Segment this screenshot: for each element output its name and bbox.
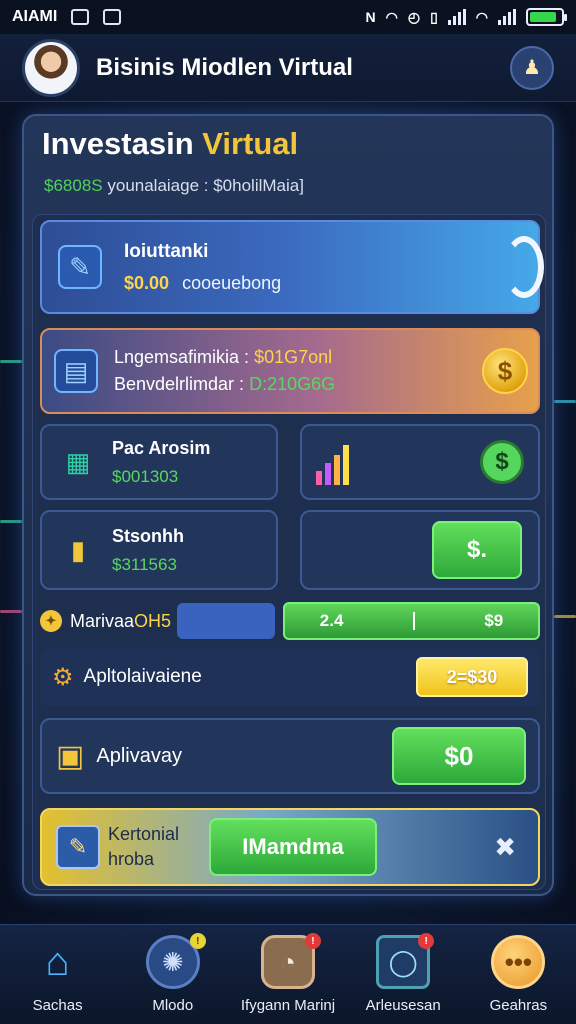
- nav-label: Sachas: [32, 997, 83, 1014]
- edit-icon: ✎: [56, 825, 100, 869]
- apltola-yellow-button[interactable]: 2=$30: [416, 657, 528, 697]
- row-aplivay[interactable]: ▣ Aplivavay $0: [40, 718, 540, 794]
- row-marivaa: ✦ Marivaa OH5 2.4 $9: [40, 600, 540, 642]
- nav-item-geahras[interactable]: ••• Geahras: [463, 935, 573, 1014]
- card-purchases-value: $001303: [112, 466, 179, 486]
- refresh-icon[interactable]: [504, 236, 544, 298]
- apltola-yellow-button-label: 2=$30: [446, 666, 498, 687]
- kertonial-green-button-label: IMamdma: [242, 834, 344, 859]
- action-green-button-label: $.: [466, 536, 487, 563]
- bottom-nav: ⌂ Sachas ✺ ! Mlodo ◔ ! Ifygann Marinj ◯ …: [0, 924, 576, 1024]
- notification-badge: !: [189, 933, 206, 949]
- nfc-icon: N: [365, 9, 376, 25]
- progress-divider: [412, 612, 415, 630]
- row-aplivay-label: Aplivavay: [96, 744, 182, 767]
- card-balance[interactable]: ✎ Ioiuttanki $0.00 cooeuebong: [40, 220, 544, 314]
- investment-panel: Investasin Virtual $6808S younalaiage : …: [22, 114, 554, 896]
- avatar[interactable]: [22, 38, 80, 97]
- row-apltola[interactable]: ⚙ Apltolaivaiene 2=$30: [40, 648, 540, 706]
- page-title: Bisinis Miodlen Virtual: [96, 53, 353, 81]
- panel-subtitle: $6808S younalaiage : $0holilMaia]: [44, 176, 304, 196]
- folder-icon: ▣: [56, 739, 85, 773]
- cash-icon: ▦: [65, 446, 91, 477]
- signal-icon-2: [498, 9, 516, 25]
- carrier-label: AIAMI: [12, 8, 58, 25]
- vibrate-icon: ▯: [430, 8, 438, 25]
- card-balance-amount: $0.00: [124, 272, 170, 293]
- bg-streak: [554, 615, 576, 618]
- profile-icon: ♟: [523, 57, 541, 79]
- dollar-badge-icon: $: [480, 440, 524, 484]
- document-icon: ✎: [58, 245, 102, 289]
- green-progress-bar[interactable]: 2.4 $9: [283, 602, 540, 640]
- card-stock-title: Stsonhh: [112, 525, 184, 546]
- bg-streak: [0, 610, 22, 613]
- row-apltola-label: Apltolaivaiene: [83, 666, 202, 687]
- progress-value-b: $9: [484, 611, 504, 630]
- battery-icon: [526, 8, 567, 26]
- calendar-icon: ▤: [54, 349, 98, 393]
- card-action: $.: [300, 510, 540, 590]
- nav-item-arleusesan[interactable]: ◯ ! Arleusesan: [348, 933, 458, 1014]
- earnings-line2-value: D:210G6G: [249, 374, 336, 394]
- status-bar: AIAMI N ◠ ◴ ▯ ◠: [0, 0, 576, 34]
- signal-icon: [447, 9, 466, 25]
- earnings-line1-label: Lngemsafimikia :: [114, 347, 250, 367]
- card-chart[interactable]: $: [300, 424, 540, 500]
- badge-icon: ✦: [40, 610, 62, 632]
- row-marivaa-accent: OH5: [134, 610, 172, 631]
- bar-chart-icon: [316, 439, 349, 485]
- card-balance-title: Ioiuttanki: [124, 240, 209, 262]
- notification-icon: [71, 9, 90, 25]
- wifi-icon: ◠: [385, 8, 398, 25]
- panel-title-main: Investasin: [42, 126, 194, 161]
- panel-sub-amount: $6808S: [44, 176, 103, 195]
- bg-streak: [554, 400, 576, 403]
- kertonial-green-button[interactable]: IMamdma: [209, 818, 378, 876]
- row-kertonial[interactable]: ✎ Kertonial hroba IMamdma ✖: [40, 808, 540, 886]
- app-notification-icon: [103, 9, 122, 25]
- earnings-line1-value: $01G7onl: [254, 347, 333, 367]
- bg-streak: [0, 520, 22, 523]
- home-icon: ⌂: [45, 939, 70, 984]
- aplivay-green-button-label: $0: [444, 740, 474, 771]
- notification-badge: !: [304, 933, 321, 949]
- chat-icon: •••: [491, 935, 546, 989]
- gear-icon: ⚙: [52, 663, 74, 691]
- coin-dollar-icon: $: [482, 348, 528, 394]
- action-green-button[interactable]: $.: [432, 521, 522, 579]
- nav-item-sachas[interactable]: ⌂ Sachas: [3, 935, 113, 1015]
- row-marivaa-label: Marivaa: [70, 610, 135, 631]
- card-stock[interactable]: ▮ Stsonhh $311563: [40, 510, 278, 590]
- nav-label: Mlodo: [152, 997, 194, 1014]
- nav-label: Ifygann Marinj: [240, 997, 336, 1014]
- app-header: Bisinis Miodlen Virtual ♟: [0, 34, 576, 102]
- panel-sub-text: younalaiage : $0holilMaia]: [107, 176, 304, 195]
- earnings-line2-label: Benvdelrlimdar :: [114, 374, 245, 394]
- profile-button[interactable]: ♟: [510, 45, 554, 90]
- gold-box-icon: ▮: [70, 534, 86, 565]
- card-earnings[interactable]: ▤ Lngemsafimikia : $01G7onl Benvdelrlimd…: [40, 328, 540, 414]
- bg-streak: [0, 360, 22, 363]
- card-purchases-title: Pac Arosim: [112, 437, 211, 458]
- blue-progress: [177, 603, 276, 639]
- alarm-icon: ◴: [407, 8, 421, 25]
- nav-item-ifygann[interactable]: ◔ ! Ifygann Marinj: [233, 933, 343, 1014]
- nav-label: Arleusesan: [365, 997, 441, 1014]
- card-balance-desc: cooeuebong: [182, 272, 282, 293]
- nav-item-mlodo[interactable]: ✺ ! Mlodo: [118, 933, 228, 1014]
- row-kertonial-line2: hroba: [108, 849, 155, 869]
- nav-label: Geahras: [489, 997, 548, 1014]
- progress-value-a: 2.4: [319, 611, 344, 630]
- close-icon[interactable]: ✖: [494, 832, 516, 863]
- panel-title: Investasin Virtual: [42, 126, 298, 162]
- wifi-icon-2: ◠: [475, 8, 488, 25]
- notification-badge: !: [418, 933, 435, 949]
- aplivay-green-button[interactable]: $0: [392, 727, 526, 785]
- card-purchases[interactable]: ▦ Pac Arosim $001303: [40, 424, 278, 500]
- card-stock-value: $311563: [112, 554, 177, 574]
- panel-title-accent: Virtual: [202, 126, 299, 161]
- row-kertonial-line1: Kertonial: [108, 824, 180, 844]
